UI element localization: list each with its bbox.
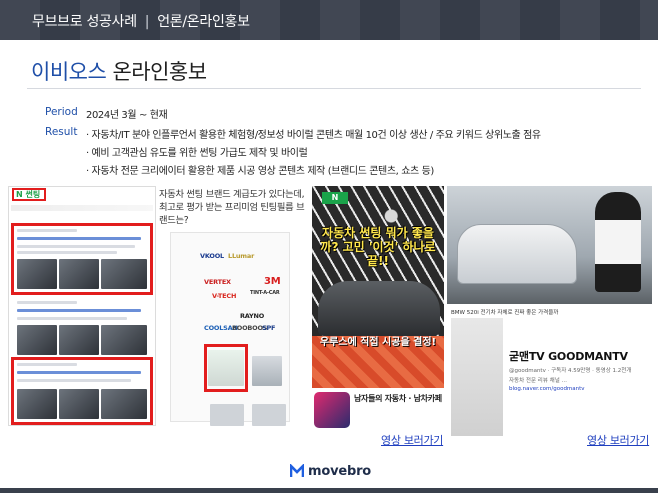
car-image	[457, 224, 577, 284]
blog-thumbnail	[59, 389, 99, 419]
text-line	[17, 309, 141, 312]
page-title-rest: 온라인홍보	[106, 60, 207, 84]
page-title-accent: 이비오스	[31, 60, 107, 84]
text-line	[17, 237, 141, 240]
brand-logo: LLumar	[228, 252, 255, 260]
channel-description: 자동차 전문 리뷰 채널 …	[509, 378, 568, 384]
text-line	[17, 251, 117, 254]
header-separator: |	[144, 14, 150, 30]
reel-headline: 자동차 썬팅 뭐가 좋을까? 고민 '이것' 하나로 끝!!	[320, 226, 436, 268]
title-divider	[27, 88, 641, 89]
short-thumbnail	[451, 318, 503, 436]
news-thumbnail	[208, 350, 244, 386]
result-item: · 자동차 전문 크리에이터 활용한 제품 시공 영상 콘텐츠 제작 (브랜디드…	[86, 166, 434, 177]
bottom-bar	[0, 488, 658, 493]
blog-thumbnail	[17, 389, 57, 419]
naver-badge: N	[322, 192, 348, 204]
top-header-bar: 무브브로 성공사례 | 언론/온라인홍보	[0, 0, 658, 40]
instagram-reel-screenshot: N 자동차 썬팅 뭐가 좋을까? 고민 '이것' 하나로 끝!! 우루스에 직접…	[312, 186, 444, 438]
brand-logo: TINT-A-CAR	[250, 290, 280, 296]
period-value: 2024년 3월 ~ 현재	[86, 110, 168, 121]
text-line	[17, 245, 135, 248]
slide: 무브브로 성공사례 | 언론/온라인홍보 이비오스 온라인홍보 Period 202…	[0, 0, 658, 493]
channel-handle: @goodmantv · 구독자 4.59만명 · 동영상 1.2천개	[509, 368, 632, 374]
reel-video-link[interactable]: 영상 보러가기	[381, 432, 443, 448]
text-line	[17, 229, 77, 232]
page-title: 이비오스 온라인홍보	[31, 56, 207, 86]
result-label: Result	[45, 126, 78, 138]
blog-thumbnail	[101, 325, 147, 355]
text-line	[17, 371, 141, 374]
blog-thumbnail	[59, 259, 99, 289]
article-thumbnail	[252, 404, 286, 426]
naver-search-logo: N 썬팅	[12, 188, 46, 201]
header-subsection: 언론/온라인홍보	[157, 14, 250, 30]
ranking-question: 자동차 썬팅 브랜드 계급도가 있다는데, 최고로 평가 받는 프리미엄 틴팅필…	[159, 189, 305, 226]
brand-logo: SPF	[262, 324, 276, 332]
blog-thumbnail	[17, 325, 57, 355]
movebro-logo-icon	[290, 464, 304, 477]
reel-caption: 우루스에 직접 시공을 결정!	[319, 337, 437, 348]
text-line	[17, 379, 131, 382]
result-item: · 예비 고객관심 유도를 위한 썬팅 가급도 제작 및 바이럴	[86, 148, 308, 159]
footer-logo-text: movebro	[308, 463, 372, 479]
brand-logo: VERTEX	[204, 278, 231, 286]
search-tabs	[11, 205, 153, 211]
brand-logo: 3M	[264, 276, 281, 287]
channel-avatar	[314, 392, 350, 428]
header-section: 무브브로 성공사례	[32, 14, 137, 30]
channel-link: blog.naver.com/goodmantv	[509, 386, 585, 392]
result-item: · 자동차/IT 분야 인플루언서 활용한 체험형/정보성 바이럴 콘텐츠 매월…	[86, 130, 541, 141]
blog-thumbnail	[59, 325, 99, 355]
text-line	[17, 317, 127, 320]
youtube-video-link[interactable]: 영상 보러가기	[587, 432, 649, 448]
blog-thumbnail	[17, 259, 57, 289]
brand-logo: V-TECH	[212, 292, 237, 300]
tint-ranking-screenshot: 자동차 썬팅 브랜드 계급도가 있다는데, 최고로 평가 받는 프리미엄 틴팅필…	[156, 186, 308, 440]
video-title: BMW 520i 전기차 자체로 진짜 좋은 가격을까	[451, 310, 559, 316]
brand-logo: RAYNO	[240, 312, 265, 320]
blog-thumbnail	[101, 389, 147, 419]
brand-logo: VKOOL	[200, 252, 224, 260]
footer-logo: movebro	[290, 462, 371, 480]
scooter-image	[252, 356, 282, 386]
article-thumbnail	[210, 404, 244, 426]
blog-search-screenshot: N 썬팅	[8, 186, 156, 426]
text-line	[17, 363, 77, 366]
car-image	[318, 281, 440, 336]
header-breadcrumb: 무브브로 성공사례 | 언론/온라인홍보	[32, 11, 250, 31]
reel-channel-name: 남자들의 자동차 · 남차카페 ·	[354, 394, 444, 403]
period-label: Period	[45, 106, 78, 118]
presenter-image	[595, 192, 641, 292]
youtube-screenshot: BMW 520i 전기차 자체로 진짜 좋은 가격을까 굳맨TV GOODMAN…	[447, 186, 652, 436]
channel-name: 굳맨TV GOODMANTV	[509, 350, 628, 363]
text-line	[17, 301, 77, 304]
blog-thumbnail	[101, 259, 147, 289]
